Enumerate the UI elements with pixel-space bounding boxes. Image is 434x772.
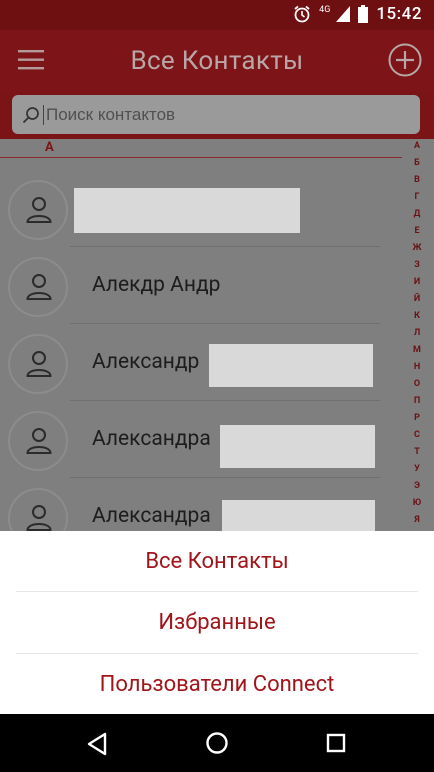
avatar (8, 488, 68, 531)
section-header: А (0, 139, 402, 158)
alpha-letter[interactable]: И (406, 277, 428, 287)
status-time: 15:42 (376, 4, 422, 24)
system-nav-bar (0, 714, 434, 772)
battery-icon (358, 5, 369, 23)
alpha-letter[interactable]: Ю (406, 498, 428, 508)
avatar (8, 411, 68, 471)
alpha-letter[interactable]: М (406, 345, 428, 355)
alpha-letter[interactable]: П (406, 396, 428, 406)
search-icon (22, 107, 39, 124)
person-icon (26, 428, 52, 454)
avatar (8, 257, 68, 317)
text-caret (43, 105, 44, 125)
alpha-letter[interactable]: Л (406, 328, 428, 338)
alpha-letter[interactable]: Б (406, 158, 428, 168)
sheet-divider (16, 591, 418, 592)
alpha-letter[interactable]: Р (406, 413, 428, 423)
alpha-letter[interactable]: Т (406, 447, 428, 457)
alphabet-index[interactable]: А Б В Г Д Е Ж З И Й К Л М Н О П Р С Т У … (406, 139, 428, 531)
contact-row[interactable]: Алекдр Андр (0, 247, 400, 324)
search-bar (0, 91, 434, 139)
redacted-name (74, 188, 300, 233)
alpha-letter[interactable]: О (406, 379, 428, 389)
alpha-letter[interactable]: Г (406, 192, 428, 202)
alpha-letter[interactable]: Й (406, 294, 428, 304)
contact-name: Алекдр Андр (92, 273, 221, 297)
add-contact-icon[interactable] (388, 43, 422, 77)
status-bar: 4G 15:42 (0, 0, 434, 30)
alpha-letter[interactable]: Д (406, 209, 428, 219)
contact-row[interactable] (0, 170, 400, 247)
person-icon (26, 505, 52, 531)
alpha-letter-a[interactable]: А (406, 141, 428, 151)
sheet-divider (16, 653, 418, 654)
alpha-letter[interactable]: Я (406, 515, 428, 525)
sheet-item-all-contacts[interactable]: Все Контакты (16, 532, 418, 592)
person-icon (26, 351, 52, 377)
alpha-letter[interactable]: З (406, 260, 428, 270)
alarm-icon (294, 5, 310, 23)
alpha-letter[interactable]: Ж (406, 243, 428, 253)
contact-name: Александра (92, 504, 211, 528)
contact-name: Александр (92, 350, 200, 374)
home-icon[interactable] (205, 731, 229, 755)
network-type: 4G (319, 5, 331, 15)
recent-apps-icon[interactable] (326, 733, 346, 753)
sheet-item-connect-users[interactable]: Пользователи Connect (16, 655, 418, 715)
alpha-letter[interactable]: У (406, 464, 428, 474)
search-box[interactable] (12, 95, 420, 134)
back-icon[interactable] (86, 732, 108, 756)
filter-bottom-sheet: Все Контакты Избранные Пользователи Conn… (0, 531, 434, 714)
page-title: Все Контакты (130, 46, 304, 76)
avatar (8, 180, 68, 240)
alpha-letter[interactable]: Э (406, 481, 428, 491)
sheet-item-favorites[interactable]: Избранные (16, 593, 418, 653)
contact-name: Александра (92, 427, 211, 451)
alpha-letter[interactable]: С (406, 430, 428, 440)
alpha-letter[interactable]: В (406, 175, 428, 185)
contact-row[interactable]: Александра (0, 478, 400, 531)
person-icon (26, 197, 52, 223)
status-icons: 4G 15:42 (293, 4, 422, 24)
alpha-letter[interactable]: Н (406, 362, 428, 372)
person-icon (26, 274, 52, 300)
section-letter: А (45, 140, 54, 155)
redacted-name (222, 500, 375, 531)
alpha-letter[interactable]: К (406, 311, 428, 321)
contact-row[interactable]: Александр (0, 324, 400, 401)
app-bar: Все Контакты (0, 30, 434, 91)
redacted-name (220, 425, 375, 468)
search-input[interactable] (46, 95, 406, 134)
avatar (8, 334, 68, 394)
contact-row[interactable]: Александра (0, 401, 400, 478)
redacted-name (209, 344, 373, 387)
signal-icon (336, 6, 351, 22)
alpha-letter[interactable]: Е (406, 226, 428, 236)
contact-list: А Алекдр Андр Александр Александра Алекс… (0, 139, 434, 531)
